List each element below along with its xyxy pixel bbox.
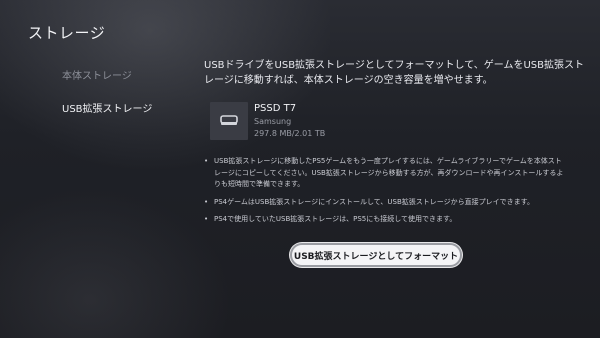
- drive-capacity: 297.8 MB/2.01 TB: [254, 129, 326, 138]
- drive-manufacturer: Samsung: [254, 117, 292, 126]
- format-usb-extended-storage-button[interactable]: USB拡張ストレージとしてフォーマット: [290, 243, 462, 267]
- note-item: PS4ゲームはUSB拡張ストレージにインストールして、USB拡張ストレージから直…: [204, 197, 564, 209]
- note-item: USB拡張ストレージに移動したPS5ゲームをもう一度プレイするには、ゲームライブ…: [204, 156, 564, 191]
- sidebar-item-usb-extended-storage[interactable]: USB拡張ストレージ: [62, 100, 152, 115]
- sidebar-item-console-storage[interactable]: 本体ストレージ: [62, 67, 132, 82]
- main-panel: USBドライブをUSB拡張ストレージとしてフォーマットして、ゲームをUSB拡張ス…: [204, 58, 584, 225]
- page-title: ストレージ: [28, 24, 106, 42]
- description-text: USBドライブをUSB拡張ストレージとしてフォーマットして、ゲームをUSB拡張ス…: [204, 60, 584, 86]
- drive-name: PSSD T7: [254, 103, 297, 114]
- notes-list: USB拡張ストレージに移動したPS5ゲームをもう一度プレイするには、ゲームライブ…: [204, 156, 564, 232]
- usb-drive-item[interactable]: PSSD T7 Samsung 297.8 MB/2.01 TB: [210, 102, 470, 140]
- usb-drive-icon: [210, 102, 248, 140]
- note-item: PS4で使用していたUSB拡張ストレージは、PS5にも接続して使用できます。: [204, 214, 564, 226]
